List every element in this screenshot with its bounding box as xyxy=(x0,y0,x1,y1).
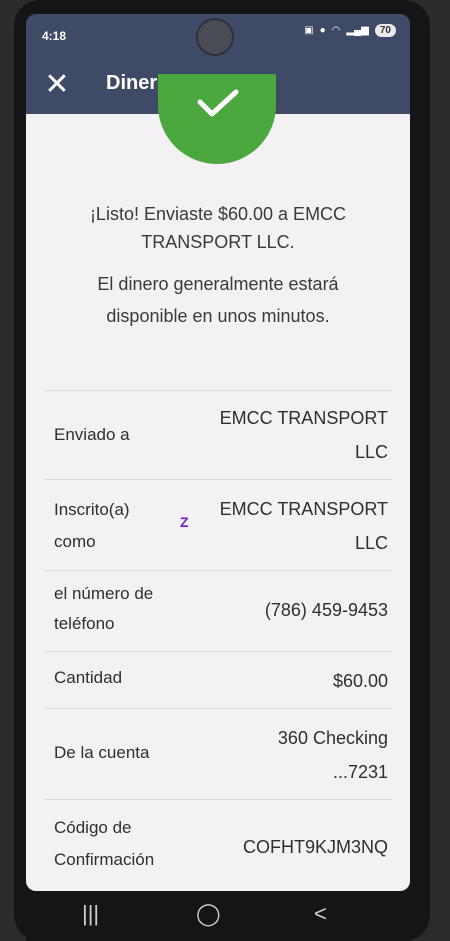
detail-label: Inscrito(a) como xyxy=(54,500,130,551)
confirmation-content: ¡Listo! Enviaste $60.00 a EMCC TRANSPORT… xyxy=(26,74,410,891)
camera-cutout xyxy=(196,18,234,56)
recents-icon[interactable]: ||| xyxy=(82,901,99,927)
close-icon[interactable]: ✕ xyxy=(40,68,74,102)
details-list: Enviado a EMCC TRANSPORT LLC Inscrito(a)… xyxy=(44,390,392,886)
check-icon xyxy=(197,89,239,117)
wifi-icon: ◠ xyxy=(331,25,341,36)
system-nav-bar: ||| ◯ < xyxy=(26,891,410,941)
detail-value: EMCC TRANSPORT LLC xyxy=(219,499,388,553)
detail-value: COFHT9KJM3NQ xyxy=(242,837,388,857)
availability-note: El dinero generalmente estará disponible… xyxy=(97,274,339,326)
detail-row-phone: el número de teléfono (786) 459-9453 xyxy=(44,571,392,651)
detail-row-from-account: De la cuenta 360 Checking ...7231 xyxy=(44,709,392,799)
location-icon: ● xyxy=(319,25,326,36)
detail-label: Cantidad xyxy=(54,668,123,687)
detail-label: De la cuenta xyxy=(54,743,150,762)
detail-value: (786) 459-9453 xyxy=(264,600,388,620)
detail-value: EMCC TRANSPORT LLC xyxy=(219,408,388,462)
detail-row-amount: Cantidad $60.00 xyxy=(44,652,392,708)
detail-value: $60.00 xyxy=(332,671,388,691)
battery-icon: 70 xyxy=(374,24,396,37)
success-message: ¡Listo! Enviaste $60.00 a EMCC TRANSPORT… xyxy=(89,204,347,252)
back-icon[interactable]: < xyxy=(314,901,327,927)
success-badge xyxy=(158,74,276,164)
status-icons: ▣ ● ◠ ▂▄▆ 70 xyxy=(304,24,396,37)
signal-icon: ▂▄▆ xyxy=(346,25,369,36)
detail-value: 360 Checking ...7231 xyxy=(277,728,388,782)
home-icon[interactable]: ◯ xyxy=(196,901,221,927)
status-bar: 4:18 ▣ ● ◠ ▂▄▆ 70 xyxy=(26,14,410,56)
detail-row-confirmation-code: Código de Confirmación COFHT9KJM3NQ xyxy=(44,800,392,886)
detail-row-recipient: Enviado a EMCC TRANSPORT LLC xyxy=(44,391,392,479)
screen: 4:18 ▣ ● ◠ ▂▄▆ 70 ✕ Dinero enviado ¡List… xyxy=(26,14,410,891)
detail-label: Código de Confirmación xyxy=(54,818,155,869)
detail-row-enrolled-as: Inscrito(a) como Z EMCC TRANSPORT LLC xyxy=(44,480,392,570)
nfc-icon: ▣ xyxy=(304,25,314,36)
status-time: 4:18 xyxy=(42,29,67,43)
detail-label: Enviado a xyxy=(54,425,130,444)
detail-label: el número de teléfono xyxy=(54,584,154,633)
